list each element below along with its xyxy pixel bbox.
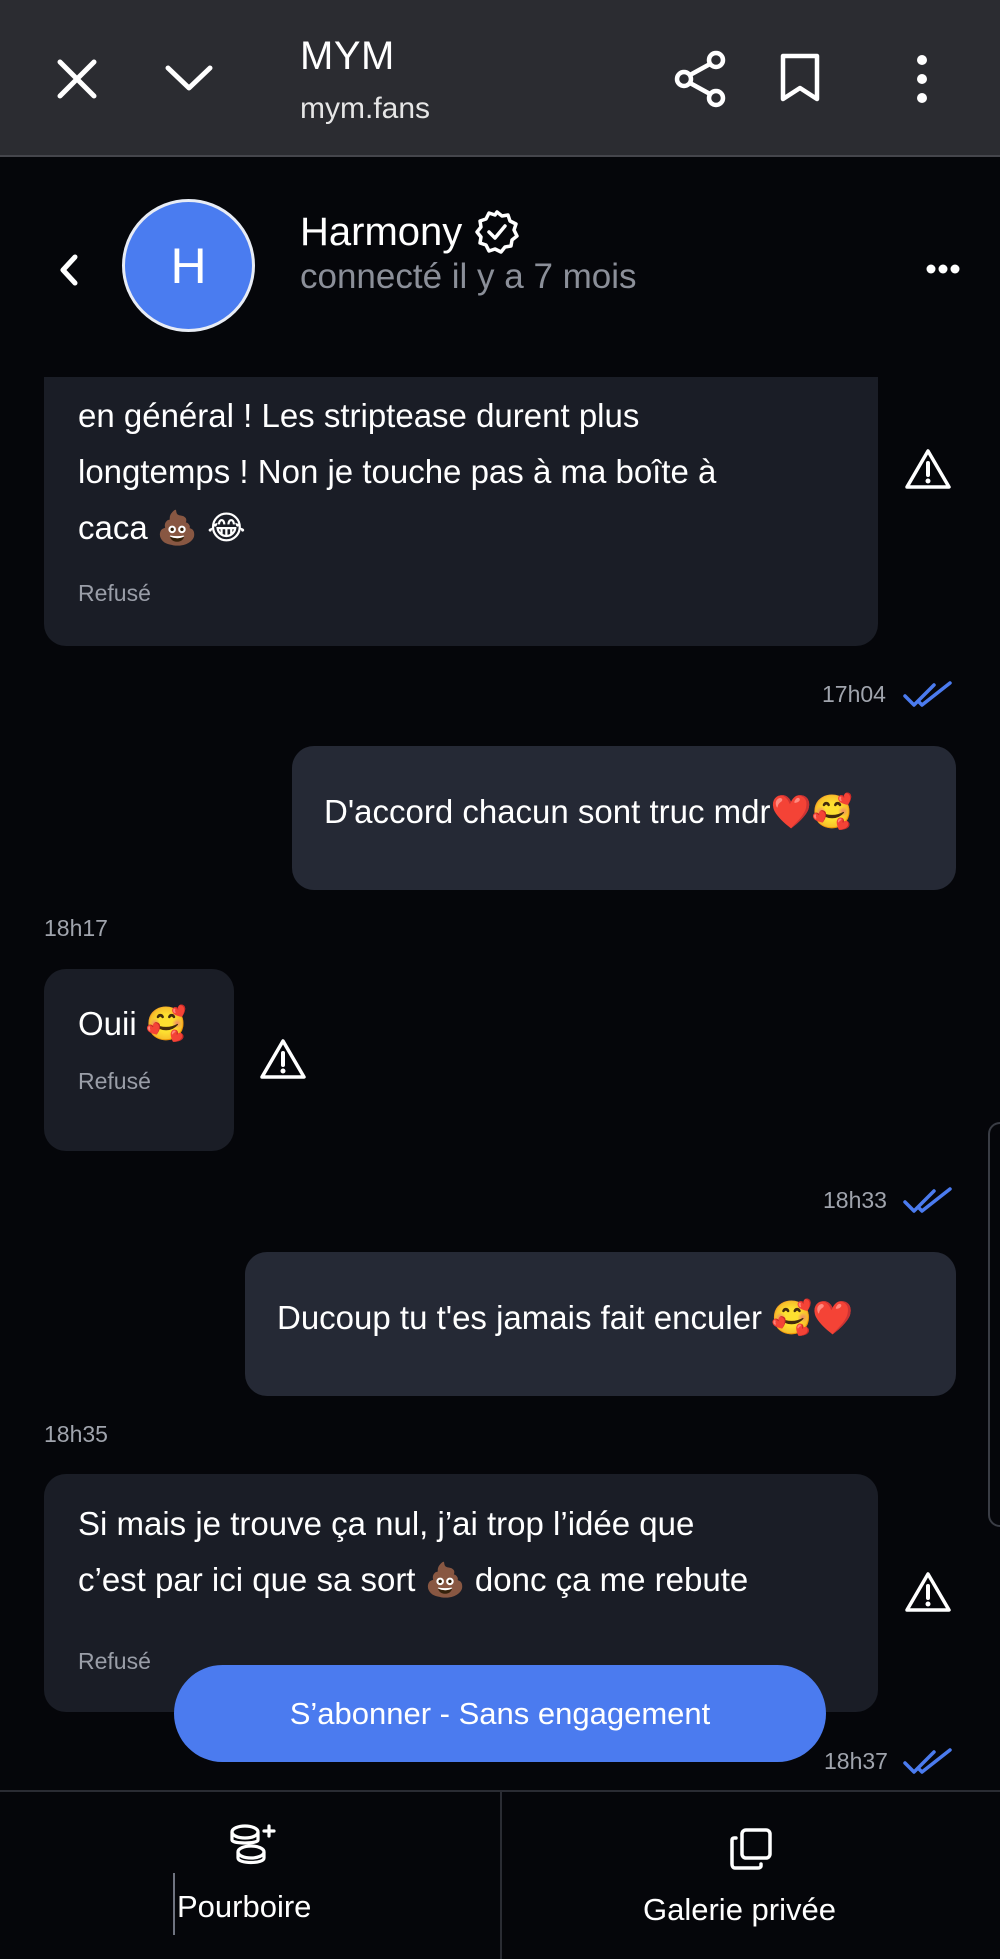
contact-name-text: Harmony bbox=[300, 209, 463, 254]
message-line: c’est par ici que sa sort 💩 donc ça me r… bbox=[78, 1561, 749, 1598]
message-line: longtemps ! Non je touche pas à ma boîte… bbox=[78, 453, 717, 490]
message-time: 17h04 bbox=[822, 681, 886, 707]
message-bubble-incoming[interactable]: Ouii 🥰 Refusé bbox=[44, 969, 234, 1151]
verified-badge-icon bbox=[474, 209, 520, 255]
coins-plus-icon bbox=[227, 1822, 277, 1866]
warning-icon[interactable] bbox=[904, 1570, 952, 1614]
page-url[interactable]: mym.fans bbox=[300, 92, 430, 126]
contact-status: connecté il y a 7 mois bbox=[300, 257, 637, 296]
browser-toolbar: MYM mym.fans bbox=[0, 0, 1000, 157]
message-line: caca 💩 😂 bbox=[78, 509, 246, 546]
message-time: 18h35 bbox=[44, 1421, 108, 1447]
gallery-copy-icon bbox=[728, 1826, 774, 1872]
message-text: D'accord chacun sont truc mdr❤️🥰 bbox=[324, 793, 853, 830]
warning-icon[interactable] bbox=[904, 447, 952, 491]
more-horizontal-icon[interactable] bbox=[926, 264, 960, 274]
close-icon[interactable] bbox=[54, 56, 100, 102]
message-line: en général ! Les striptease durent plus bbox=[78, 397, 640, 434]
read-receipt-icon bbox=[902, 1747, 954, 1777]
scrollbar[interactable] bbox=[988, 1122, 1000, 1527]
avatar[interactable]: H bbox=[122, 199, 255, 332]
message-line: Si mais je trouve ça nul, j’ai trop l’id… bbox=[78, 1505, 695, 1542]
message-status: Refusé bbox=[78, 1068, 151, 1094]
more-vertical-icon[interactable] bbox=[912, 54, 932, 104]
message-status: Refusé bbox=[78, 580, 151, 606]
contact-name[interactable]: Harmony bbox=[300, 209, 520, 255]
message-time: 18h37 bbox=[824, 1748, 888, 1774]
share-icon[interactable] bbox=[672, 50, 728, 108]
message-bubble-outgoing[interactable]: Ducoup tu t'es jamais fait enculer 🥰❤️ bbox=[245, 1252, 956, 1396]
bottom-action-bar: Pourboire Galerie privée bbox=[0, 1790, 1000, 1959]
private-gallery-tab[interactable]: Galerie privée bbox=[502, 1792, 1000, 1959]
private-gallery-label: Galerie privée bbox=[643, 1892, 836, 1927]
warning-icon[interactable] bbox=[259, 1037, 307, 1081]
page-title: MYM bbox=[300, 34, 395, 78]
message-line: Ouii 🥰 bbox=[78, 1005, 187, 1042]
text-cursor bbox=[173, 1873, 175, 1935]
read-receipt-icon bbox=[902, 680, 954, 710]
tip-tab[interactable]: Pourboire bbox=[0, 1792, 498, 1959]
bookmark-icon[interactable] bbox=[778, 52, 822, 104]
message-time: 18h17 bbox=[44, 915, 108, 941]
chat-header: H Harmony connecté il y a 7 mois bbox=[0, 159, 1000, 369]
tip-label: Pourboire bbox=[177, 1889, 312, 1924]
message-bubble-incoming[interactable]: en général ! Les striptease durent plus … bbox=[44, 377, 878, 646]
message-bubble-outgoing[interactable]: D'accord chacun sont truc mdr❤️🥰 bbox=[292, 746, 956, 890]
read-receipt-icon bbox=[902, 1186, 954, 1216]
message-text: Ducoup tu t'es jamais fait enculer 🥰❤️ bbox=[277, 1299, 854, 1336]
back-arrow-icon[interactable] bbox=[58, 253, 80, 287]
subscribe-button[interactable]: S’abonner - Sans engagement bbox=[174, 1665, 826, 1762]
message-status: Refusé bbox=[78, 1648, 151, 1674]
message-time: 18h33 bbox=[823, 1187, 887, 1213]
chevron-down-icon[interactable] bbox=[162, 60, 216, 96]
